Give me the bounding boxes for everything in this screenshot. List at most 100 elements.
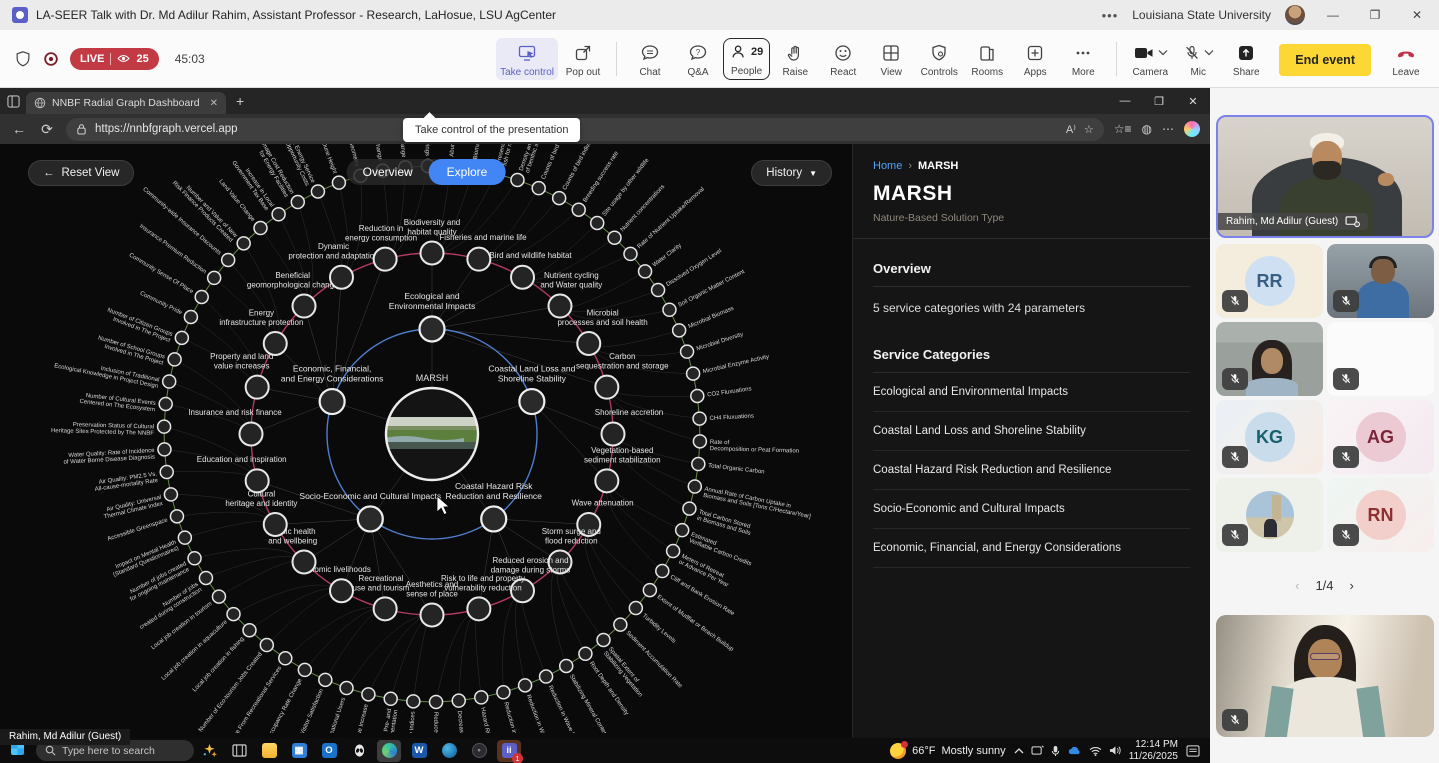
outer-parameter-node[interactable] xyxy=(639,265,652,278)
parameter-node[interactable] xyxy=(330,266,353,289)
outer-parameter-node[interactable] xyxy=(163,375,176,388)
outer-parameter-node[interactable] xyxy=(511,174,524,187)
category-node[interactable] xyxy=(358,507,383,532)
browser-profile-icon[interactable]: ◍ xyxy=(1142,122,1152,136)
refresh-icon[interactable]: ⟳ xyxy=(38,121,56,138)
tray-mic-icon[interactable] xyxy=(1051,745,1060,757)
back-icon[interactable]: ← xyxy=(10,121,28,137)
outer-parameter-node[interactable] xyxy=(168,353,181,366)
outer-parameter-node[interactable] xyxy=(195,291,208,304)
center-node-image[interactable] xyxy=(384,386,480,482)
service-category-item[interactable]: Socio-Economic and Cultural Impacts xyxy=(873,490,1190,529)
end-event-button[interactable]: End event xyxy=(1279,44,1371,76)
view-button[interactable]: View xyxy=(868,38,914,80)
outer-parameter-node[interactable] xyxy=(164,488,177,501)
outer-parameter-node[interactable] xyxy=(683,502,696,515)
outer-parameter-node[interactable] xyxy=(430,696,443,709)
parameter-node[interactable] xyxy=(264,513,287,536)
pen-device-icon[interactable] xyxy=(1031,745,1044,756)
teams-taskbar-icon[interactable]: ii1 xyxy=(497,740,521,762)
outer-parameter-node[interactable] xyxy=(560,660,573,673)
parameter-node[interactable] xyxy=(467,598,490,621)
outer-parameter-node[interactable] xyxy=(340,682,353,695)
taskbar-clock[interactable]: 12:14 PM 11/26/2025 xyxy=(1129,739,1178,763)
wifi-icon[interactable] xyxy=(1089,746,1102,756)
parameter-node[interactable] xyxy=(374,248,397,271)
mic-button[interactable]: Mic xyxy=(1175,38,1221,80)
parameter-node[interactable] xyxy=(548,295,571,318)
outer-parameter-node[interactable] xyxy=(170,510,183,523)
chevron-down-icon[interactable] xyxy=(1204,49,1214,56)
pager-prev-icon[interactable]: ‹ xyxy=(1295,578,1299,593)
history-button[interactable]: History ▼ xyxy=(751,160,832,186)
outer-parameter-node[interactable] xyxy=(693,435,706,448)
participant-tile[interactable] xyxy=(1327,244,1434,318)
outer-parameter-node[interactable] xyxy=(260,639,273,652)
ms-store-icon[interactable]: ▦ xyxy=(287,740,311,762)
browser-tab[interactable]: NNBF Radial Graph Dashboard ✕ xyxy=(26,92,226,114)
take-control-button[interactable]: Take control xyxy=(496,38,558,80)
outer-parameter-node[interactable] xyxy=(693,412,706,425)
outer-parameter-node[interactable] xyxy=(676,524,689,537)
outer-parameter-node[interactable] xyxy=(222,254,235,267)
security-shield-icon[interactable] xyxy=(14,50,32,68)
people-button[interactable]: 29 People xyxy=(723,38,770,80)
browser-restore-button[interactable]: ❐ xyxy=(1142,95,1176,108)
parameter-node[interactable] xyxy=(246,470,269,493)
outer-parameter-node[interactable] xyxy=(572,203,585,216)
read-aloud-icon[interactable]: A⁾ xyxy=(1066,123,1076,136)
outer-parameter-node[interactable] xyxy=(272,208,285,221)
apps-button[interactable]: Apps xyxy=(1012,38,1058,80)
service-category-item[interactable]: Ecological and Environmental Impacts xyxy=(873,373,1190,412)
parameter-node[interactable] xyxy=(246,376,269,399)
copilot-icon[interactable] xyxy=(1184,121,1200,137)
parameter-node[interactable] xyxy=(577,332,600,355)
rooms-button[interactable]: Rooms xyxy=(964,38,1010,80)
tray-chevron-icon[interactable] xyxy=(1014,747,1024,755)
camera-button[interactable]: Camera xyxy=(1127,38,1173,80)
category-node[interactable] xyxy=(481,507,506,532)
outer-parameter-node[interactable] xyxy=(652,284,665,297)
parameter-node[interactable] xyxy=(421,604,444,627)
service-category-item[interactable]: Coastal Land Loss and Shoreline Stabilit… xyxy=(873,412,1190,451)
restore-button[interactable]: ❐ xyxy=(1361,8,1389,22)
participant-tile[interactable]: KG xyxy=(1216,400,1323,474)
favorite-star-icon[interactable]: ☆ xyxy=(1084,123,1094,136)
parameter-node[interactable] xyxy=(293,551,316,574)
outer-parameter-node[interactable] xyxy=(579,648,592,661)
camtasia-icon[interactable]: ◦ xyxy=(467,740,491,762)
parameter-node[interactable] xyxy=(264,332,287,355)
account-avatar[interactable] xyxy=(1285,5,1305,25)
outer-parameter-node[interactable] xyxy=(311,185,324,198)
outer-parameter-node[interactable] xyxy=(407,695,420,708)
service-category-item[interactable]: Coastal Hazard Risk Reduction and Resili… xyxy=(873,451,1190,490)
outer-parameter-node[interactable] xyxy=(597,634,610,647)
participant-video-tile[interactable] xyxy=(1216,615,1434,737)
participant-tile[interactable]: AG xyxy=(1327,400,1434,474)
parameter-node[interactable] xyxy=(595,376,618,399)
outer-parameter-node[interactable] xyxy=(237,237,250,250)
outer-parameter-node[interactable] xyxy=(673,324,686,337)
close-button[interactable]: ✕ xyxy=(1403,8,1431,22)
word-icon[interactable]: W xyxy=(407,740,431,762)
outer-parameter-node[interactable] xyxy=(629,602,642,615)
outer-parameter-node[interactable] xyxy=(540,670,553,683)
outer-parameter-node[interactable] xyxy=(519,679,532,692)
explore-tab[interactable]: Explore xyxy=(429,159,506,185)
participant-tile[interactable] xyxy=(1327,322,1434,396)
more-options-icon[interactable]: ••• xyxy=(1102,8,1119,23)
outer-parameter-node[interactable] xyxy=(691,390,704,403)
outer-parameter-node[interactable] xyxy=(279,652,292,665)
outer-parameter-node[interactable] xyxy=(643,584,656,597)
participant-tile[interactable] xyxy=(1216,478,1323,552)
edge-browser-icon[interactable] xyxy=(377,740,401,762)
outer-parameter-node[interactable] xyxy=(208,272,221,285)
task-view-icon[interactable] xyxy=(227,740,251,762)
chat-button[interactable]: Chat xyxy=(627,38,673,80)
outer-parameter-node[interactable] xyxy=(591,217,604,230)
outer-parameter-node[interactable] xyxy=(362,688,375,701)
file-explorer-icon[interactable] xyxy=(257,740,281,762)
outer-parameter-node[interactable] xyxy=(614,618,627,631)
outer-parameter-node[interactable] xyxy=(243,624,256,637)
pop-out-button[interactable]: Pop out xyxy=(560,38,606,80)
